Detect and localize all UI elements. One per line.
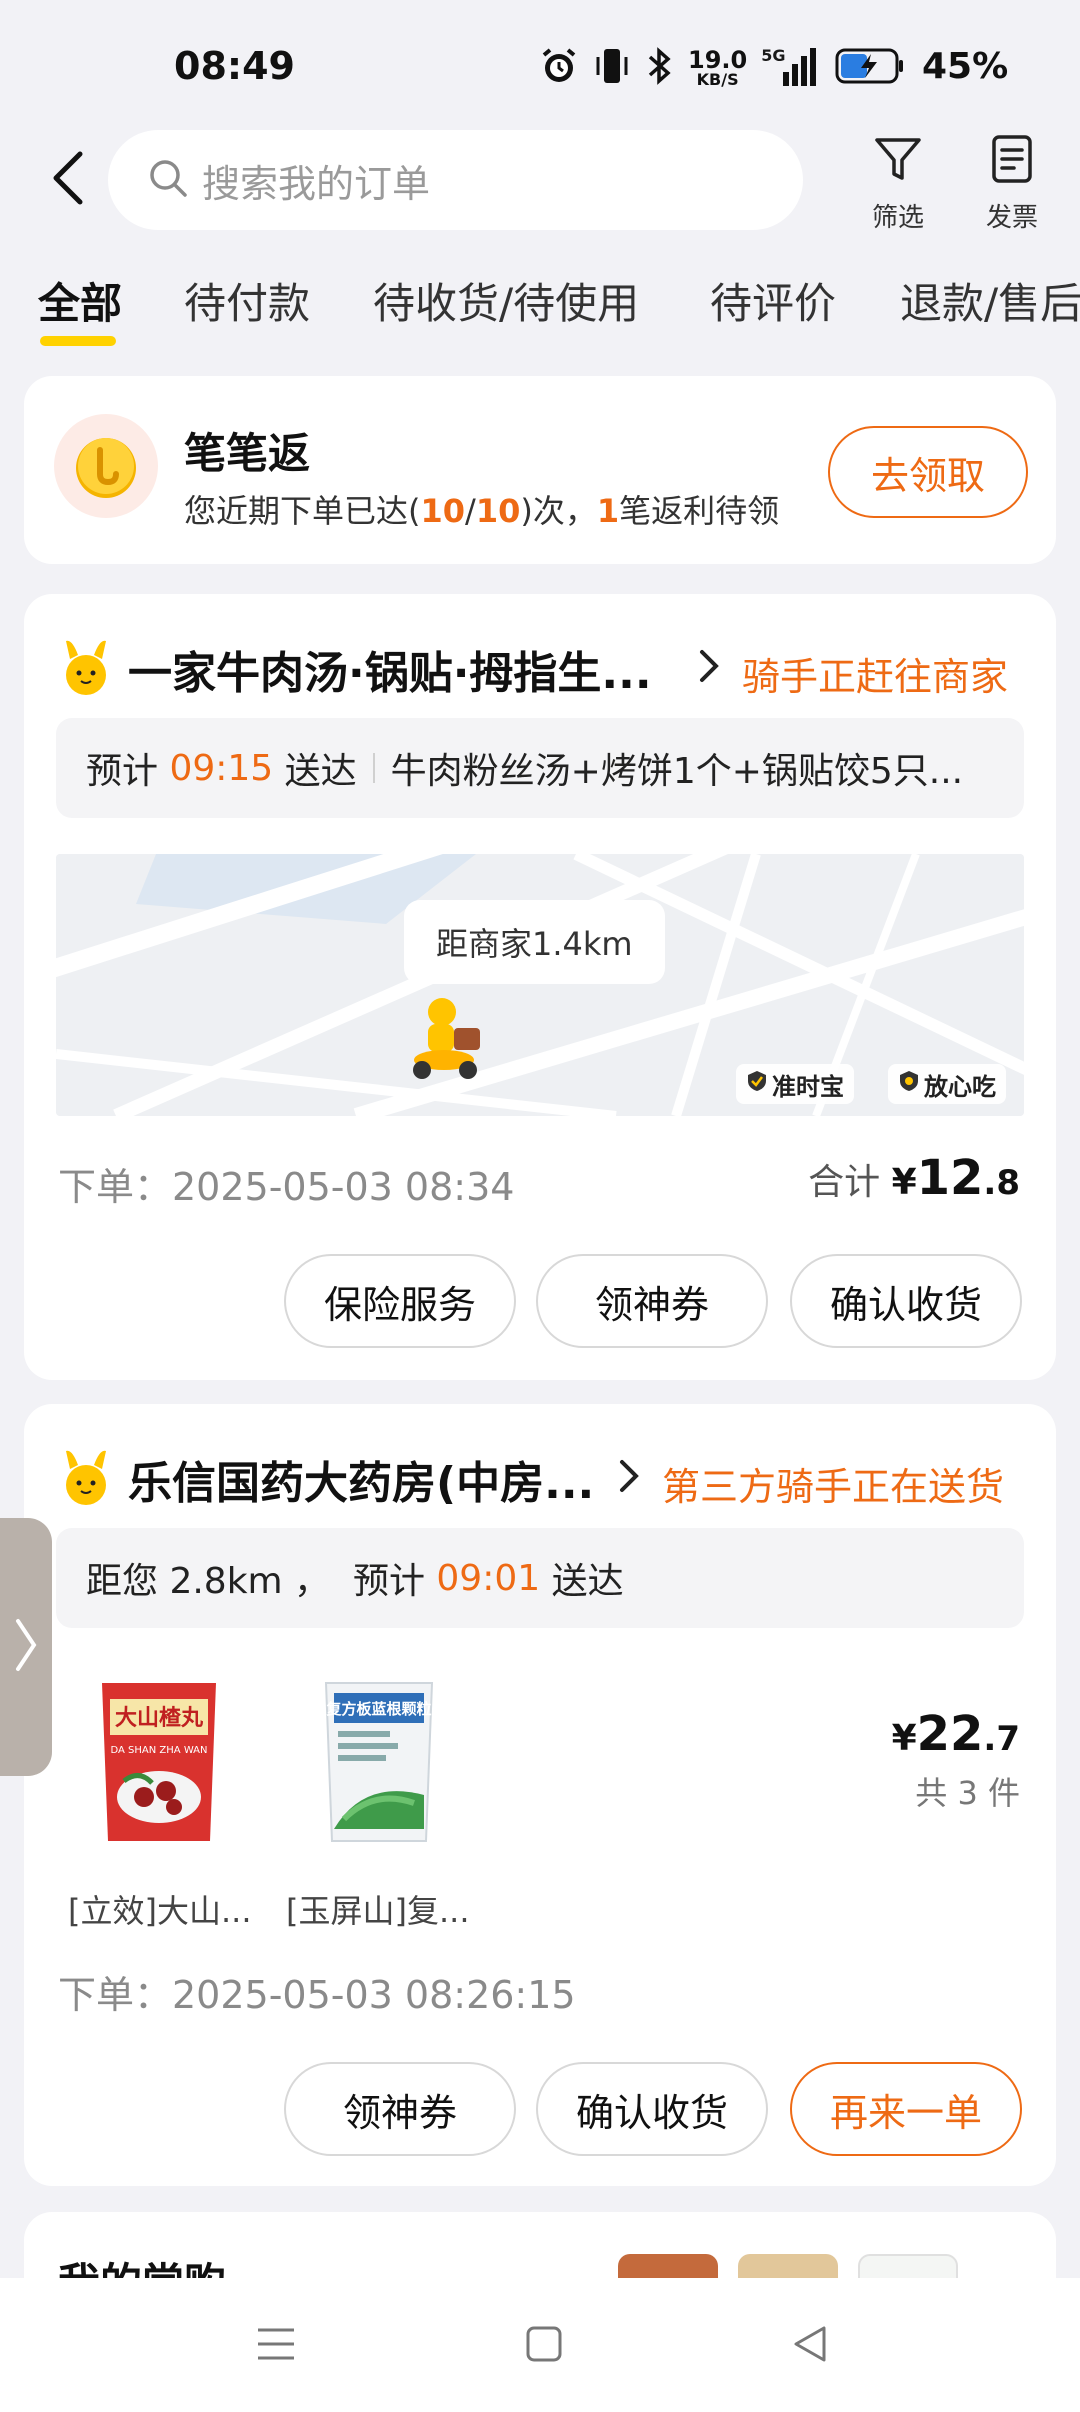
chevron-left-icon xyxy=(48,148,88,212)
shield-icon xyxy=(746,1069,768,1099)
battery-percent: 45% xyxy=(922,46,1009,87)
back-button[interactable] xyxy=(40,148,96,212)
active-tab-indicator xyxy=(40,336,116,346)
product-name: [玉屏山]复... xyxy=(286,1892,470,1930)
product-image[interactable]: 复方板蓝根颗粒 xyxy=(294,1664,464,1854)
insurance-button[interactable]: 保险服务 xyxy=(284,1254,516,1348)
status-icons: 19.0 KB/S 5G xyxy=(538,44,905,92)
battery-icon xyxy=(835,46,905,90)
filter-icon xyxy=(873,134,923,191)
chevron-right-icon xyxy=(696,646,722,690)
punctual-badge: 准时宝 xyxy=(736,1064,854,1104)
claim-button[interactable]: 去领取 xyxy=(828,426,1028,518)
delivery-info: 距您 2.8km ， 预计 09:01 送达 xyxy=(56,1528,1024,1628)
side-drawer-handle[interactable] xyxy=(0,1518,52,1776)
menu-icon[interactable] xyxy=(256,2324,296,2368)
tab-pending-review[interactable]: 待评价 xyxy=(710,270,836,331)
order-card[interactable]: 乐信国药大药房(中房... 第三方骑手正在送货 距您 2.8km ， 预计 09… xyxy=(24,1404,1056,2186)
svg-text:DA SHAN ZHA WAN: DA SHAN ZHA WAN xyxy=(111,1745,208,1756)
svg-text:复方板蓝根颗粒: 复方板蓝根颗粒 xyxy=(325,1700,431,1718)
coupon-button[interactable]: 领神券 xyxy=(284,2062,516,2156)
tab-pending-payment[interactable]: 待付款 xyxy=(184,270,310,331)
distance-bubble: 距商家1.4km xyxy=(404,900,665,984)
confirm-receipt-button[interactable]: 确认收货 xyxy=(536,2062,768,2156)
signal-icon: 5G xyxy=(761,46,821,90)
order-price: ¥22.7 xyxy=(891,1706,1020,1762)
product-image[interactable]: 大山楂丸 DA SHAN ZHA WAN xyxy=(74,1664,244,1854)
tab-all[interactable]: 全部 xyxy=(38,270,122,331)
back-triangle-icon[interactable] xyxy=(790,2324,830,2368)
cashback-subtitle: 您近期下单已达(10/10)次，1笔返利待领 xyxy=(184,492,780,530)
coupon-button[interactable]: 领神券 xyxy=(536,1254,768,1348)
mascot-icon xyxy=(60,637,112,701)
tab-pending-delivery[interactable]: 待收货/待使用 xyxy=(373,270,639,331)
search-icon xyxy=(148,158,188,202)
rider-icon xyxy=(402,994,492,1088)
reorder-button[interactable]: 再来一单 xyxy=(790,2062,1022,2156)
shop-name: 乐信国药大药房(中房... xyxy=(128,1458,595,1509)
items-desc: 牛肉粉丝汤+烤饼1个+锅贴饺5只... xyxy=(390,751,964,792)
home-icon[interactable] xyxy=(524,2324,564,2368)
coin-icon xyxy=(54,414,158,518)
cashback-card: 笔笔返 您近期下单已达(10/10)次，1笔返利待领 去领取 xyxy=(24,376,1056,564)
shop-row[interactable]: 一家牛肉汤·锅贴·拇指生... xyxy=(60,634,652,704)
map-background xyxy=(56,854,1024,1116)
shield-icon xyxy=(898,1069,920,1099)
delivery-info: 预计 09:15 送达 牛肉粉丝汤+烤饼1个+锅贴饺5只... xyxy=(56,718,1024,818)
tab-refund[interactable]: 退款/售后 xyxy=(900,270,1080,331)
shop-name: 一家牛肉汤·锅贴·拇指生... xyxy=(128,648,652,699)
vibrate-icon xyxy=(594,45,630,91)
chevron-right-icon xyxy=(616,1456,642,1500)
safe-food-badge: 放心吃 xyxy=(888,1064,1006,1104)
shop-row[interactable]: 乐信国药大药房(中房... xyxy=(60,1444,594,1514)
order-tabs: 全部 待付款 待收货/待使用 待评价 退款/售后 xyxy=(0,270,1080,350)
filter-button[interactable]: 筛选 xyxy=(853,134,943,234)
eta-time: 09:15 xyxy=(169,747,274,789)
order-total: 合计 ¥12.8 xyxy=(808,1150,1020,1206)
order-status: 骑手正赶往商家 xyxy=(742,655,1009,699)
cashback-title: 笔笔返 xyxy=(184,429,311,478)
status-time: 08:49 xyxy=(174,44,295,88)
net-speed: 19.0 KB/S xyxy=(688,46,748,89)
order-time: 下单：2025-05-03 08:26:15 xyxy=(58,1973,576,2017)
search-input[interactable]: 搜索我的订单 xyxy=(108,130,803,230)
bluetooth-icon xyxy=(644,45,674,91)
invoice-icon xyxy=(989,134,1035,191)
rider-map[interactable]: 距商家1.4km 准时宝 放心吃 xyxy=(56,854,1024,1116)
mascot-icon xyxy=(60,1447,112,1511)
item-count: 共 3 件 xyxy=(915,1774,1020,1812)
product-name: [立效]大山... xyxy=(68,1892,252,1930)
chevron-right-icon xyxy=(12,1615,40,1679)
svg-text:大山楂丸: 大山楂丸 xyxy=(115,1706,204,1731)
system-nav-bar xyxy=(0,2278,1080,2412)
filter-label: 筛选 xyxy=(871,203,924,233)
invoice-button[interactable]: 发票 xyxy=(967,134,1057,234)
search-placeholder: 搜索我的订单 xyxy=(202,161,431,206)
status-bar: 08:49 19.0 KB/S 5G 45% xyxy=(0,0,1080,130)
eta-time: 09:01 xyxy=(436,1557,541,1599)
invoice-label: 发票 xyxy=(985,203,1038,233)
alarm-icon xyxy=(538,45,580,91)
order-card[interactable]: 一家牛肉汤·锅贴·拇指生... 骑手正赶往商家 预计 09:15 送达 牛肉粉丝… xyxy=(24,594,1056,1380)
order-time: 下单：2025-05-03 08:34 xyxy=(58,1165,515,1209)
order-status: 第三方骑手正在送货 xyxy=(662,1465,1005,1509)
confirm-receipt-button[interactable]: 确认收货 xyxy=(790,1254,1022,1348)
